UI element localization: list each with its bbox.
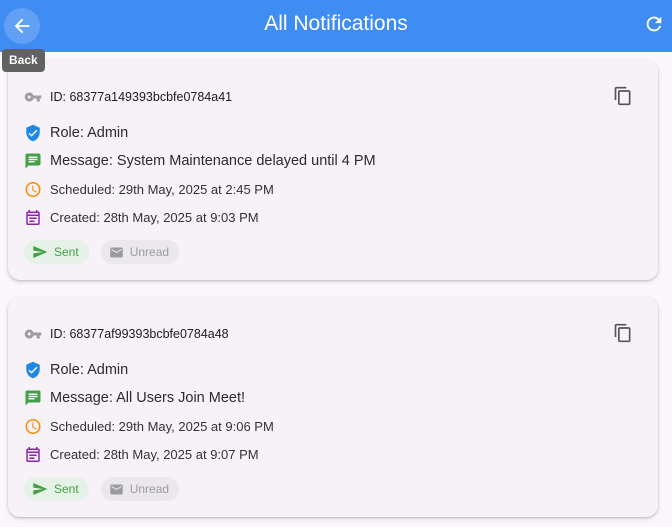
message-icon xyxy=(24,152,42,170)
app-bar: All Notifications xyxy=(0,0,672,52)
notification-scheduled-row: Scheduled: 29th May, 2025 at 2:45 PM xyxy=(24,180,274,198)
notification-scheduled: Scheduled: 29th May, 2025 at 2:45 PM xyxy=(50,181,274,197)
sent-status-label: Sent xyxy=(54,245,79,259)
notification-message: Message: All Users Join Meet! xyxy=(50,390,246,406)
notification-role: Role: Admin xyxy=(50,362,129,378)
unread-status-chip: Unread xyxy=(100,477,180,501)
sent-status-label: Sent xyxy=(54,482,79,496)
refresh-icon xyxy=(646,16,662,32)
notification-scheduled-row: Scheduled: 29th May, 2025 at 9:06 PM xyxy=(24,417,274,435)
refresh-button[interactable] xyxy=(642,12,666,36)
status-chips: Sent Unread xyxy=(24,477,180,501)
notification-role-row: Role: Admin xyxy=(24,361,128,379)
notification-role-row: Role: Admin xyxy=(24,124,128,142)
copy-icon xyxy=(614,86,631,106)
copy-id-button[interactable] xyxy=(612,322,634,344)
notification-id: ID: 68377af99393bcbfe0784a48 xyxy=(50,327,229,341)
copy-icon xyxy=(614,323,631,343)
verified-shield-icon xyxy=(24,361,42,379)
clock-icon xyxy=(24,180,42,198)
notification-message-row: Message: All Users Join Meet! xyxy=(24,389,245,407)
notification-message-row: Message: System Maintenance delayed unti… xyxy=(24,152,376,170)
notification-created-row: Created: 28th May, 2025 at 9:07 PM xyxy=(24,445,259,463)
notification-message: Message: System Maintenance delayed unti… xyxy=(50,153,376,169)
verified-shield-icon xyxy=(24,124,42,142)
key-icon xyxy=(24,88,42,106)
sent-status-chip: Sent xyxy=(24,477,89,501)
message-icon xyxy=(24,389,42,407)
page-title: All Notifications xyxy=(264,12,408,35)
back-tooltip: Back xyxy=(2,49,45,72)
unread-status-label: Unread xyxy=(129,482,170,496)
notification-created-row: Created: 28th May, 2025 at 9:03 PM xyxy=(24,208,259,226)
calendar-icon xyxy=(24,208,42,226)
unread-status-chip: Unread xyxy=(100,240,180,264)
notification-card: ID: 68377a149393bcbfe0784a41 Role: Admin… xyxy=(8,60,658,280)
calendar-icon xyxy=(24,445,42,463)
copy-id-button[interactable] xyxy=(612,85,634,107)
sent-status-chip: Sent xyxy=(24,240,89,264)
notification-role: Role: Admin xyxy=(50,125,129,141)
send-icon xyxy=(33,483,48,495)
notification-created: Created: 28th May, 2025 at 9:03 PM xyxy=(50,209,259,225)
key-icon xyxy=(24,325,42,343)
send-icon xyxy=(33,246,48,258)
mark-email-unread-icon xyxy=(109,247,123,257)
notification-scheduled: Scheduled: 29th May, 2025 at 9:06 PM xyxy=(50,418,274,434)
status-chips: Sent Unread xyxy=(24,240,180,264)
notification-created: Created: 28th May, 2025 at 9:07 PM xyxy=(50,446,259,462)
notification-id-row: ID: 68377af99393bcbfe0784a48 xyxy=(24,325,229,343)
notification-card: ID: 68377af99393bcbfe0784a48 Role: Admin… xyxy=(8,297,658,517)
mark-email-unread-icon xyxy=(109,484,123,494)
clock-icon xyxy=(24,417,42,435)
notification-id-row: ID: 68377a149393bcbfe0784a41 xyxy=(24,88,232,106)
notification-id: ID: 68377a149393bcbfe0784a41 xyxy=(50,90,233,104)
unread-status-label: Unread xyxy=(129,245,170,259)
